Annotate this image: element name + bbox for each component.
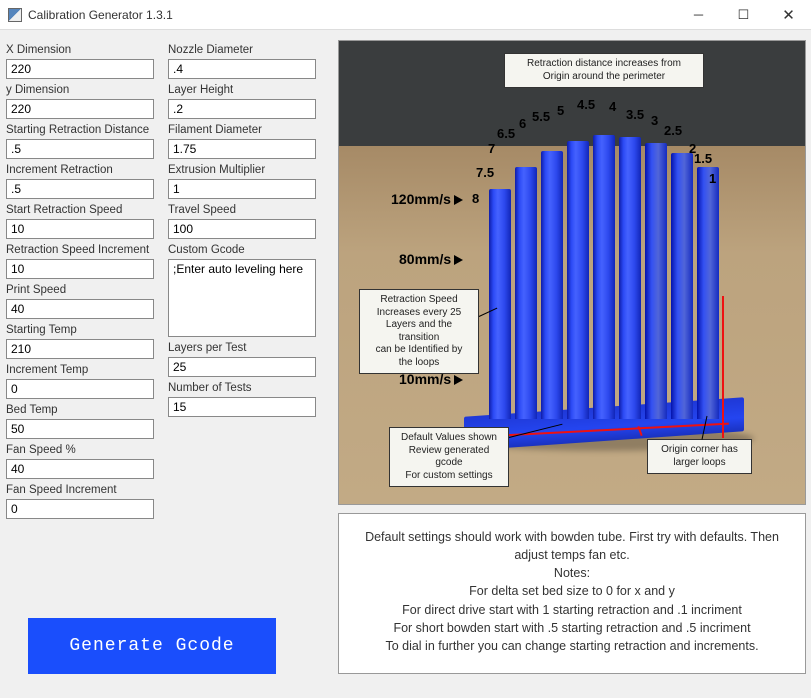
label-6-5: 6.5 [497,126,515,141]
retraction-speed-increment-label: Retraction Speed Increment [6,244,154,256]
start-retraction-speed-input[interactable] [6,219,154,239]
increment-temp-input[interactable] [6,379,154,399]
label-4: 4 [609,99,616,114]
nozzle-diameter-label: Nozzle Diameter [168,44,316,56]
form-panel: X Dimension y Dimension Starting Retract… [6,40,316,674]
content: X Dimension y Dimension Starting Retract… [0,30,811,684]
app-icon [8,8,22,22]
notes-line-2: Notes: [349,564,795,582]
fan-speed-pct-label: Fan Speed % [6,444,154,456]
number-of-tests-input[interactable] [168,397,316,417]
start-retraction-input[interactable] [6,139,154,159]
maximize-button[interactable]: ☐ [721,0,766,30]
notes-line-6: To dial in further you can change starti… [349,637,795,655]
right-panel: Retraction distance increases fromOrigin… [324,40,806,674]
custom-gcode-input[interactable] [168,259,316,337]
fan-speed-increment-label: Fan Speed Increment [6,484,154,496]
label-5: 5 [557,103,564,118]
form-column-2: Nozzle Diameter Layer Height Filament Di… [168,40,316,674]
layer-height-label: Layer Height [168,84,316,96]
custom-gcode-label: Custom Gcode [168,244,316,256]
increment-retraction-input[interactable] [6,179,154,199]
retraction-speed-info-box: Retraction SpeedIncreases every 25Layers… [359,289,479,374]
increment-temp-label: Increment Temp [6,364,154,376]
label-2-5: 2.5 [664,123,682,138]
generate-gcode-button[interactable]: Generate Gcode [28,618,276,674]
arrow-right-icon [454,375,463,385]
layer-height-input[interactable] [168,99,316,119]
label-4-5: 4.5 [577,97,595,112]
layers-per-test-input[interactable] [168,357,316,377]
default-values-info-box: Default Values shownReview generated gco… [389,427,509,487]
number-of-tests-label: Number of Tests [168,382,316,394]
arrow-right-icon [454,255,463,265]
label-5-5: 5.5 [532,109,550,124]
filament-diameter-input[interactable] [168,139,316,159]
nozzle-diameter-input[interactable] [168,59,316,79]
label-1: 1 [709,171,716,186]
calibration-preview-image: Retraction distance increases fromOrigin… [338,40,806,505]
ydim-input[interactable] [6,99,154,119]
label-1-5: 1.5 [694,151,712,166]
print-speed-label: Print Speed [6,284,154,296]
perimeter-info-box: Retraction distance increases fromOrigin… [504,53,704,88]
window-title: Calibration Generator 1.3.1 [28,8,676,22]
label-7-5: 7.5 [476,165,494,180]
label-8: 8 [472,191,479,206]
travel-speed-input[interactable] [168,219,316,239]
minimize-button[interactable]: ─ [676,0,721,30]
notes-panel: Default settings should work with bowden… [338,513,806,674]
start-retraction-label: Starting Retraction Distance [6,124,154,136]
increment-retraction-label: Increment Retraction [6,164,154,176]
window-controls: ─ ☐ ✕ [676,0,811,30]
notes-line-1: Default settings should work with bowden… [349,528,795,564]
bed-temp-label: Bed Temp [6,404,154,416]
fan-speed-increment-input[interactable] [6,499,154,519]
speed-120-label: 120mm/s [391,191,463,207]
titlebar: Calibration Generator 1.3.1 ─ ☐ ✕ [0,0,811,30]
label-3: 3 [651,113,658,128]
notes-line-3: For delta set bed size to 0 for x and y [349,582,795,600]
xdim-input[interactable] [6,59,154,79]
ydim-label: y Dimension [6,84,154,96]
notes-line-5: For short bowden start with .5 starting … [349,619,795,637]
travel-speed-label: Travel Speed [168,204,316,216]
origin-corner-info-box: Origin corner haslarger loops [647,439,752,474]
retraction-speed-increment-input[interactable] [6,259,154,279]
calibration-tower [489,126,719,441]
xdim-label: X Dimension [6,44,154,56]
arrow-right-icon [454,195,463,205]
notes-line-4: For direct drive start with 1 starting r… [349,601,795,619]
extrusion-multiplier-label: Extrusion Multiplier [168,164,316,176]
label-3-5: 3.5 [626,107,644,122]
extrusion-multiplier-input[interactable] [168,179,316,199]
bed-temp-input[interactable] [6,419,154,439]
layers-per-test-label: Layers per Test [168,342,316,354]
label-7: 7 [488,141,495,156]
label-6: 6 [519,116,526,131]
form-column-1: X Dimension y Dimension Starting Retract… [6,40,154,674]
speed-80-label: 80mm/s [399,251,463,267]
filament-diameter-label: Filament Diameter [168,124,316,136]
starting-temp-label: Starting Temp [6,324,154,336]
close-button[interactable]: ✕ [766,0,811,30]
starting-temp-input[interactable] [6,339,154,359]
start-retraction-speed-label: Start Retraction Speed [6,204,154,216]
print-speed-input[interactable] [6,299,154,319]
fan-speed-pct-input[interactable] [6,459,154,479]
